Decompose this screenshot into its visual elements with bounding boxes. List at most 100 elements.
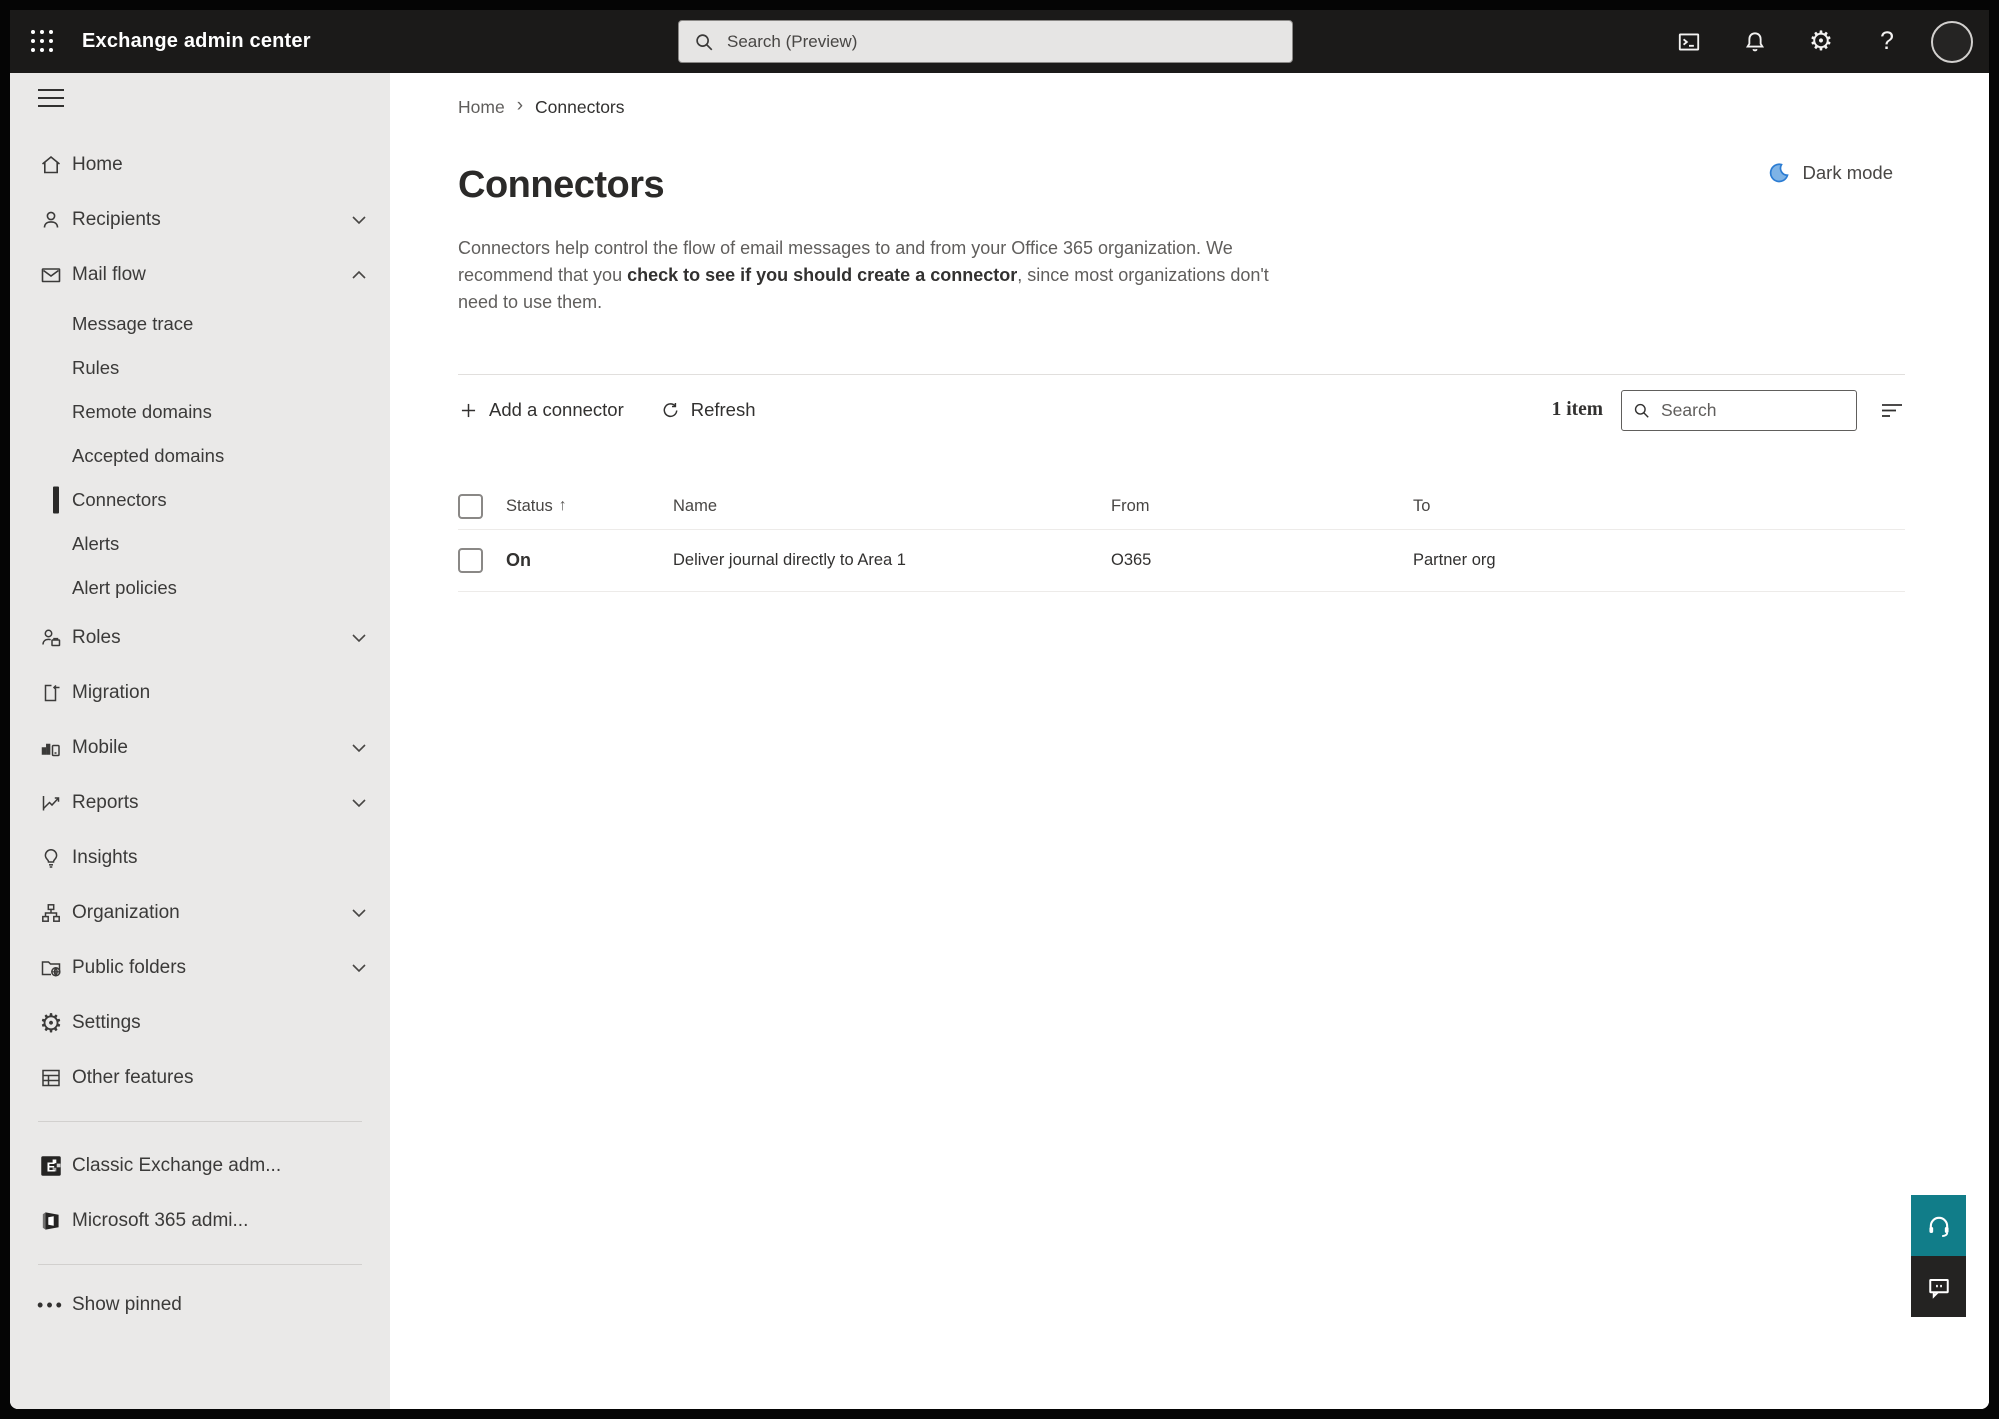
chat-bubble-icon: [1925, 1273, 1953, 1301]
sidebar-item-label: Migration: [72, 681, 151, 703]
exchange-admin-center-window: Exchange admin center Search (Preview) ⚙…: [10, 10, 1989, 1409]
sidebar-item-home[interactable]: Home: [10, 137, 390, 192]
sidebar-item-connectors-selected[interactable]: Connectors: [10, 478, 390, 522]
sidebar-item-remote-domains[interactable]: Remote domains: [10, 390, 390, 434]
global-search-input[interactable]: [727, 31, 1278, 52]
refresh-label: Refresh: [690, 399, 756, 420]
column-header-name[interactable]: Name: [673, 497, 717, 515]
sidebar-item-reports[interactable]: Reports: [10, 775, 390, 830]
toolbar-right-group: 1 item: [1552, 389, 1905, 431]
main-layout: Home Recipients Mail flow Message trace …: [10, 73, 1989, 1409]
feedback-button[interactable]: [1911, 1256, 1966, 1317]
sidebar-item-settings[interactable]: ⚙ Settings: [10, 995, 390, 1050]
column-header-to[interactable]: To: [1413, 497, 1430, 515]
sidebar-item-roles[interactable]: Roles: [10, 610, 390, 665]
table-grid-icon: [38, 1065, 64, 1091]
sidebar-item-label: Microsoft 365 admi...: [72, 1209, 249, 1231]
breadcrumb: Home › Connectors: [458, 96, 1989, 118]
dark-mode-toggle[interactable]: Dark mode: [1767, 161, 1893, 185]
sidebar-item-other-features[interactable]: Other features: [10, 1050, 390, 1105]
list-toolbar: Add a connector Refresh 1 item: [458, 374, 1905, 445]
add-connector-label: Add a connector: [489, 399, 624, 420]
sidebar-item-alerts[interactable]: Alerts: [10, 522, 390, 566]
sidebar-nav: Home Recipients Mail flow Message trace …: [10, 73, 390, 1409]
filter-icon[interactable]: [1879, 399, 1905, 421]
chevron-up-icon: [352, 270, 366, 279]
sidebar-item-classic-exchange[interactable]: E Classic Exchange adm...: [10, 1138, 390, 1193]
sidebar-item-accepted-domains[interactable]: Accepted domains: [10, 434, 390, 478]
refresh-button[interactable]: Refresh: [660, 388, 756, 432]
sidebar-item-label: Connectors: [72, 489, 167, 510]
sidebar-item-mobile[interactable]: Mobile: [10, 720, 390, 775]
list-search-box[interactable]: [1621, 389, 1857, 431]
sidebar-item-label: Recipients: [72, 208, 161, 230]
mobile-device-icon: [38, 735, 64, 761]
sidebar-item-label: Alerts: [72, 533, 120, 554]
plus-icon: [458, 400, 479, 421]
sidebar-item-show-pinned[interactable]: ••• Show pinned: [10, 1281, 390, 1329]
column-header-status[interactable]: Status: [506, 497, 553, 516]
top-bar: Exchange admin center Search (Preview) ⚙…: [10, 10, 1989, 73]
dark-mode-label: Dark mode: [1802, 162, 1893, 183]
app-launcher-waffle-icon[interactable]: [18, 18, 66, 66]
app-title: Exchange admin center: [82, 30, 311, 52]
lightbulb-icon: [38, 845, 64, 871]
sidebar-item-migration[interactable]: Migration: [10, 665, 390, 720]
ellipsis-icon: •••: [37, 1294, 65, 1315]
breadcrumb-home-link[interactable]: Home: [458, 97, 505, 118]
person-icon: [38, 207, 64, 233]
sidebar-item-label: Settings: [72, 1011, 141, 1033]
search-icon: [1632, 401, 1651, 420]
sidebar-item-rules[interactable]: Rules: [10, 346, 390, 390]
select-all-checkbox[interactable]: [458, 493, 483, 519]
sidebar-item-mail-flow[interactable]: Mail flow: [10, 247, 390, 302]
home-icon: [38, 152, 64, 178]
classic-exchange-logo-icon: E: [38, 1153, 64, 1179]
list-search-input[interactable]: [1661, 399, 1846, 421]
sidebar-item-label: Public folders: [72, 956, 187, 978]
row-status: On: [506, 550, 531, 570]
page-description: Connectors help control the flow of emai…: [458, 235, 1303, 316]
table-row[interactable]: On Deliver journal directly to Area 1 O3…: [458, 530, 1905, 592]
chevron-down-icon: [352, 798, 366, 807]
connector-list-region: Add a connector Refresh 1 item Search St…: [458, 374, 1905, 592]
sidebar-item-recipients[interactable]: Recipients: [10, 192, 390, 247]
sidebar-item-label: Mail flow: [72, 263, 146, 285]
help-icon[interactable]: ?: [1865, 20, 1909, 64]
page-title: Connectors: [458, 164, 665, 206]
account-avatar[interactable]: [1931, 20, 1973, 63]
help-support-button[interactable]: [1911, 1195, 1966, 1256]
sidebar-divider: [38, 1121, 362, 1122]
moon-icon: [1767, 161, 1791, 185]
refresh-icon: [660, 400, 681, 421]
sidebar-item-label: Roles: [72, 626, 121, 648]
sidebar-item-microsoft-365-admin[interactable]: Microsoft 365 admi...: [10, 1193, 390, 1248]
selected-indicator: [53, 486, 59, 514]
sidebar-item-organization[interactable]: Organization: [10, 885, 390, 940]
sidebar-item-label: Mobile: [72, 736, 128, 758]
sidebar-item-label: Show pinned: [72, 1294, 182, 1315]
sidebar-item-message-trace[interactable]: Message trace: [10, 302, 390, 346]
gear-icon: ⚙: [39, 1007, 63, 1038]
row-checkbox[interactable]: [458, 548, 483, 573]
sidebar-item-label: Alert policies: [72, 577, 177, 598]
sidebar-item-label: Insights: [72, 846, 138, 868]
global-search-box[interactable]: [678, 20, 1293, 63]
sidebar-item-label: Other features: [72, 1066, 194, 1088]
settings-gear-icon[interactable]: ⚙: [1799, 20, 1843, 64]
migration-document-icon: [38, 680, 64, 706]
sort-ascending-icon[interactable]: ↑: [559, 497, 567, 515]
hamburger-menu-icon[interactable]: [38, 85, 78, 111]
sidebar-item-label: Organization: [72, 901, 180, 923]
sidebar-item-public-folders[interactable]: Public folders: [10, 940, 390, 995]
column-header-from[interactable]: From: [1111, 497, 1150, 515]
chevron-down-icon: [352, 633, 366, 642]
sidebar-item-label: Reports: [72, 791, 139, 813]
description-link[interactable]: check to see if you should create a conn…: [627, 265, 1017, 285]
sidebar-item-alert-policies[interactable]: Alert policies: [10, 566, 390, 610]
add-connector-button[interactable]: Add a connector: [458, 388, 624, 432]
person-roles-icon: [38, 625, 64, 651]
powershell-terminal-icon[interactable]: [1667, 20, 1711, 64]
notifications-bell-icon[interactable]: [1733, 20, 1777, 64]
sidebar-item-insights[interactable]: Insights: [10, 830, 390, 885]
